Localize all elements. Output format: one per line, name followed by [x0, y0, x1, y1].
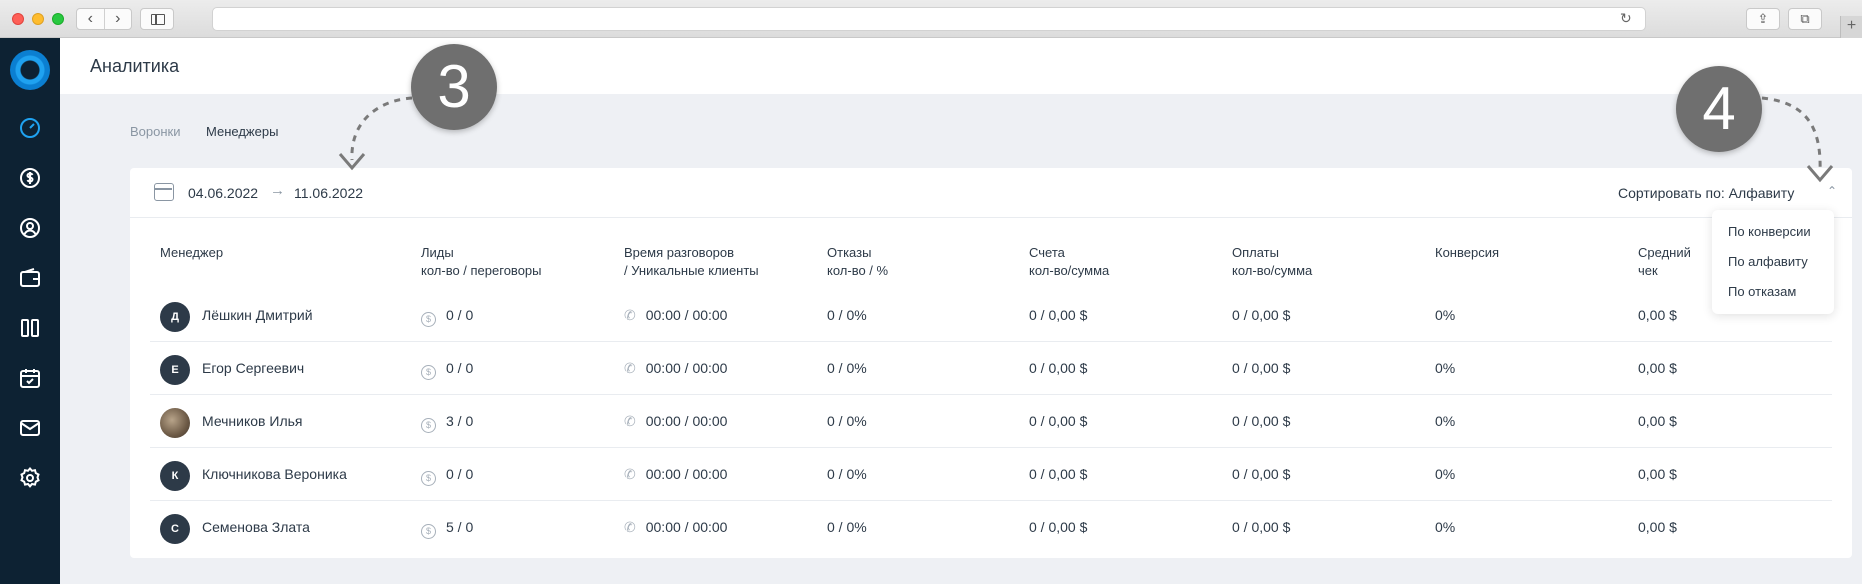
annotation-badge-3: 3 [411, 44, 497, 130]
annotation-badge-4: 4 [1676, 66, 1762, 152]
annotation-arrows [338, 96, 1834, 183]
